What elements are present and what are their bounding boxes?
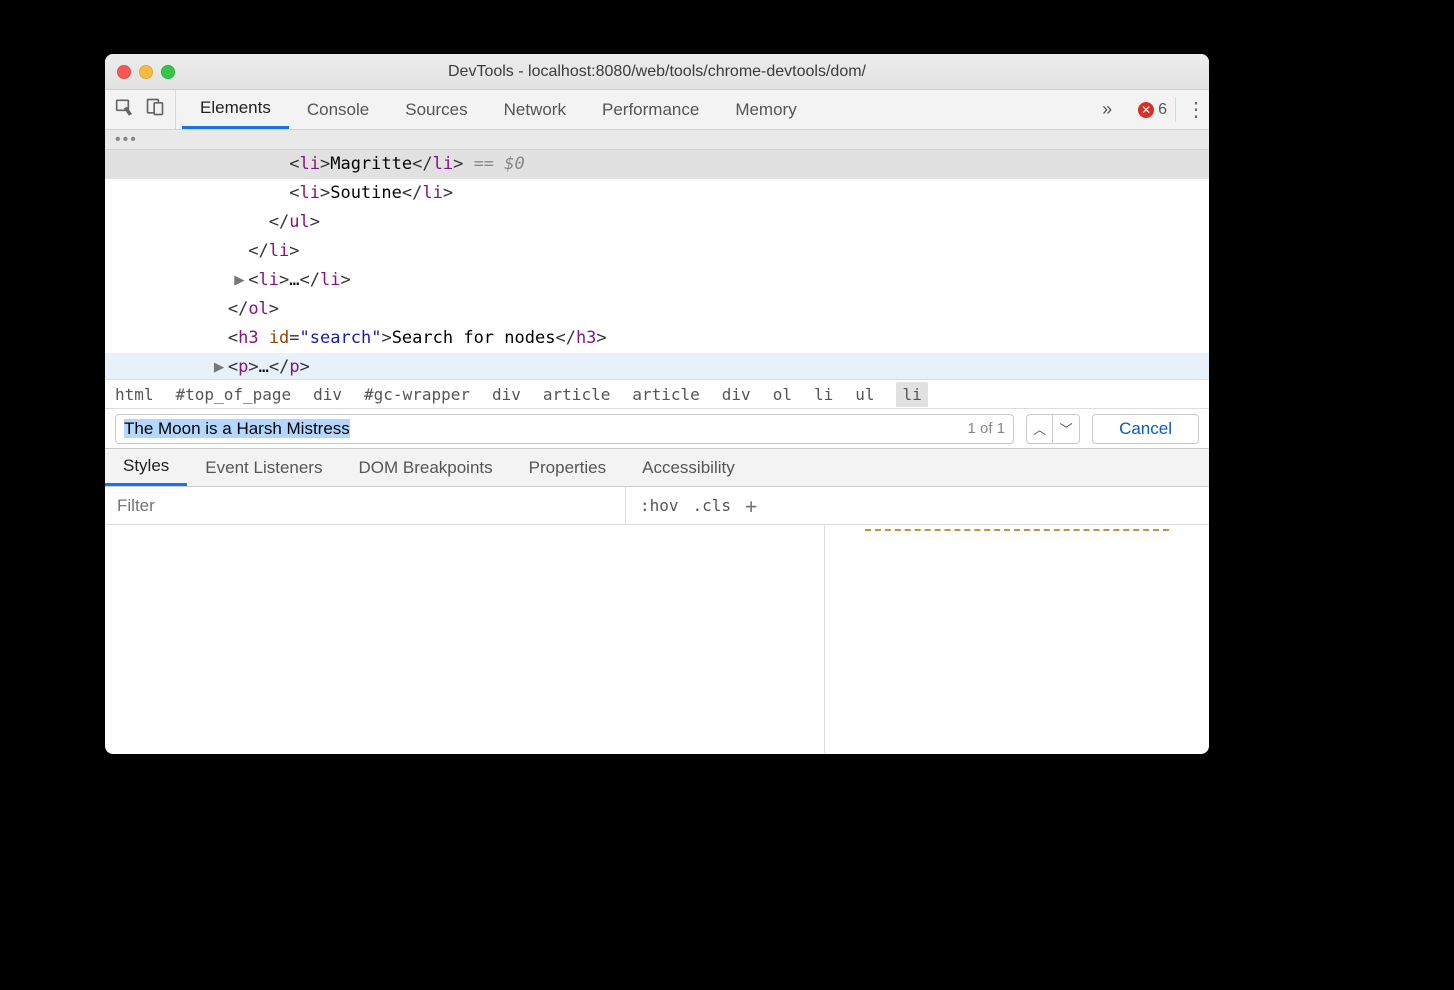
breadcrumb-item[interactable]: div <box>313 385 342 404</box>
box-model-placeholder <box>865 529 1169 531</box>
titlebar: DevTools - localhost:8080/web/tools/chro… <box>105 54 1209 90</box>
dom-line[interactable]: </li> <box>105 237 1209 266</box>
breadcrumb-item[interactable]: div <box>492 385 521 404</box>
device-toolbar-icon[interactable] <box>145 97 165 122</box>
breadcrumb-item[interactable]: #top_of_page <box>176 385 292 404</box>
bottom-tab-event-listeners[interactable]: Event Listeners <box>187 449 340 486</box>
dom-line[interactable]: <li>Magritte</li> == $0 <box>105 150 1209 179</box>
breadcrumb-item[interactable]: html <box>115 385 154 404</box>
breadcrumb-item[interactable]: article <box>543 385 610 404</box>
search-input[interactable]: The Moon is a Harsh Mistress <box>116 419 960 439</box>
dom-line[interactable]: ▶<li>…</li> <box>105 266 1209 295</box>
dom-line[interactable]: ▶<p>…</p> <box>105 353 1209 379</box>
settings-menu-icon[interactable]: ⋮ <box>1175 97 1197 122</box>
bottom-tab-properties[interactable]: Properties <box>511 449 624 486</box>
bottom-tab-accessibility[interactable]: Accessibility <box>624 449 753 486</box>
breadcrumb-item[interactable]: ul <box>855 385 874 404</box>
error-count: 6 <box>1158 101 1167 119</box>
tab-elements[interactable]: Elements <box>182 90 289 129</box>
breadcrumb-item[interactable]: div <box>722 385 751 404</box>
breadcrumb-item[interactable]: article <box>632 385 699 404</box>
search-box: The Moon is a Harsh Mistress 1 of 1 <box>115 414 1014 444</box>
devtools-window: DevTools - localhost:8080/web/tools/chro… <box>105 54 1209 754</box>
breadcrumb-item[interactable]: li <box>814 385 833 404</box>
class-toggle[interactable]: .cls <box>693 496 732 515</box>
styles-filter-input[interactable] <box>105 487 625 524</box>
dom-line[interactable]: <h3 id="search">Search for nodes</h3> <box>105 324 1209 353</box>
new-style-rule-icon[interactable]: + <box>745 494 757 518</box>
inspect-icon[interactable] <box>115 97 135 122</box>
dom-tree[interactable]: <li>Magritte</li> == $0 <li>Soutine</li>… <box>105 150 1209 379</box>
bottom-tab-styles[interactable]: Styles <box>105 449 187 486</box>
window-title: DevTools - localhost:8080/web/tools/chro… <box>105 63 1209 81</box>
tab-sources[interactable]: Sources <box>387 90 485 129</box>
tab-memory[interactable]: Memory <box>717 90 814 129</box>
bottom-tab-dom-breakpoints[interactable]: DOM Breakpoints <box>340 449 510 486</box>
more-tabs-icon[interactable]: » <box>1084 99 1130 120</box>
breadcrumb: html #top_of_page div #gc-wrapper div article… <box>105 379 1209 409</box>
bottom-tabs: StylesEvent ListenersDOM BreakpointsProp… <box>105 449 1209 487</box>
main-toolbar: ElementsConsoleSourcesNetworkPerformance… <box>105 90 1209 130</box>
breadcrumb-item[interactable]: #gc-wrapper <box>364 385 470 404</box>
search-next-icon[interactable]: ﹀ <box>1053 415 1079 443</box>
search-nav: ︿ ﹀ <box>1026 414 1080 444</box>
error-badge[interactable]: ✕ 6 <box>1138 101 1167 119</box>
styles-pane <box>105 525 1209 754</box>
search-prev-icon[interactable]: ︿ <box>1027 415 1053 443</box>
styles-filter-bar: :hov .cls + <box>105 487 1209 525</box>
tab-performance[interactable]: Performance <box>584 90 717 129</box>
tab-network[interactable]: Network <box>486 90 584 129</box>
dom-line[interactable]: <li>Soutine</li> <box>105 179 1209 208</box>
search-bar: The Moon is a Harsh Mistress 1 of 1 ︿ ﹀ … <box>105 409 1209 449</box>
cancel-button[interactable]: Cancel <box>1092 414 1199 444</box>
breadcrumb-item[interactable]: li <box>896 382 927 407</box>
overflow-indicator: ••• <box>105 130 1209 150</box>
breadcrumb-item[interactable]: ol <box>773 385 792 404</box>
tab-console[interactable]: Console <box>289 90 387 129</box>
dom-line[interactable]: </ul> <box>105 208 1209 237</box>
hover-state-toggle[interactable]: :hov <box>640 496 679 515</box>
dom-line[interactable]: </ol> <box>105 295 1209 324</box>
search-count: 1 of 1 <box>960 420 1014 437</box>
error-icon: ✕ <box>1138 102 1154 118</box>
